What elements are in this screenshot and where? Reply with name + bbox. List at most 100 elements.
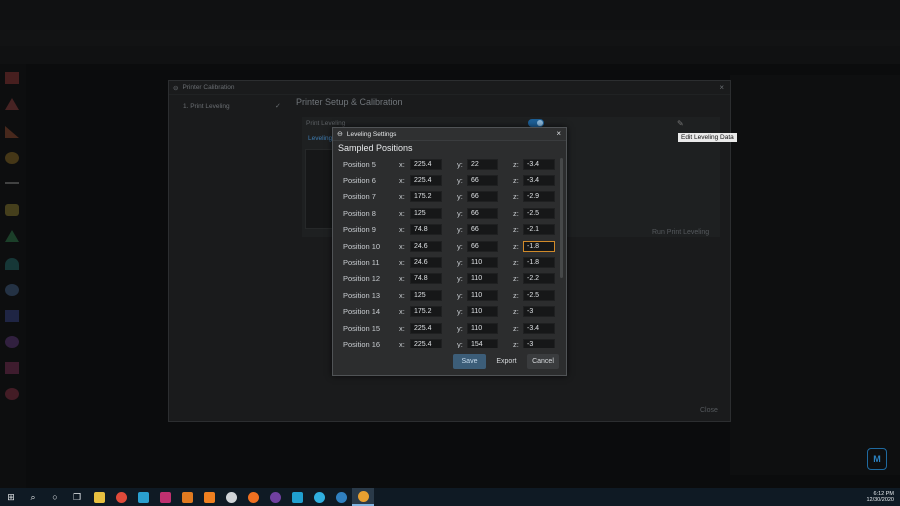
y-coordinate-field[interactable] xyxy=(467,322,498,334)
leveling-close-icon[interactable]: × xyxy=(556,129,561,138)
settings-icon: ⊖ xyxy=(337,131,343,138)
edit-pencil-icon[interactable]: ✎ xyxy=(677,119,684,128)
y-coordinate-field[interactable] xyxy=(467,257,498,269)
z-axis-label: z: xyxy=(513,176,519,186)
c-app-icon[interactable] xyxy=(330,488,352,506)
position-label: Position 12 xyxy=(343,274,381,284)
leveling-dialog-title: Leveling Settings xyxy=(346,130,397,138)
export-button[interactable]: Export xyxy=(491,354,522,369)
file-explorer-icon[interactable] xyxy=(88,488,110,506)
z-offset-field[interactable] xyxy=(523,306,555,318)
save-button[interactable]: Save xyxy=(453,354,486,369)
position-row: Position 5 x: y: z: xyxy=(336,156,560,172)
y-coordinate-field[interactable] xyxy=(467,273,498,285)
system-tray-clock[interactable]: 6:12 PM 12/30/2020 xyxy=(866,488,894,506)
hemisphere-tool-icon xyxy=(5,258,19,270)
cortana-icon[interactable]: ○ xyxy=(44,488,66,506)
pyramid-tool-icon xyxy=(5,230,19,242)
x-coordinate-field[interactable] xyxy=(410,338,442,348)
position-row: Position 9 x: y: z: xyxy=(336,222,560,238)
z-offset-field[interactable] xyxy=(523,289,555,301)
x-axis-label: x: xyxy=(399,274,405,284)
z-offset-field[interactable] xyxy=(523,175,555,187)
printer-app-icon[interactable] xyxy=(220,488,242,506)
z-offset-field[interactable] xyxy=(523,322,555,334)
y-coordinate-field[interactable] xyxy=(467,240,498,252)
z-offset-field[interactable] xyxy=(523,224,555,236)
slack-icon[interactable] xyxy=(154,488,176,506)
x-coordinate-field[interactable] xyxy=(410,273,442,285)
y-axis-label: y: xyxy=(457,241,463,251)
z-axis-label: z: xyxy=(513,323,519,333)
z-axis-label: z: xyxy=(513,307,519,317)
x-coordinate-field[interactable] xyxy=(410,158,442,170)
calibration-close-icon[interactable]: × xyxy=(719,83,724,92)
x-coordinate-field[interactable] xyxy=(410,306,442,318)
windows-taskbar: ⊞ ⌕ ○ ❒ 6:12 PM 12/30/2020 xyxy=(0,488,900,506)
n-app-icon[interactable] xyxy=(176,488,198,506)
chrome-icon[interactable] xyxy=(110,488,132,506)
cube-tool-icon xyxy=(5,72,19,84)
y-coordinate-field[interactable] xyxy=(467,207,498,219)
x-coordinate-field[interactable] xyxy=(410,175,442,187)
task-view-icon[interactable]: ❒ xyxy=(66,488,88,506)
x-coordinate-field[interactable] xyxy=(410,322,442,334)
position-label: Position 6 xyxy=(343,176,376,186)
leveling-enabled-toggle[interactable] xyxy=(528,119,544,127)
app-titlebar xyxy=(0,0,900,30)
x-coordinate-field[interactable] xyxy=(410,207,442,219)
y-coordinate-field[interactable] xyxy=(467,175,498,187)
mattercontrol-taskbar-icon[interactable] xyxy=(352,488,374,506)
position-row: Position 10 x: y: z: xyxy=(336,238,560,254)
position-label: Position 8 xyxy=(343,208,376,218)
shapeways-icon[interactable] xyxy=(308,488,330,506)
positions-scrollbar[interactable] xyxy=(560,158,563,278)
position-label: Position 14 xyxy=(343,307,381,317)
calibration-step-label[interactable]: 1. Print Leveling xyxy=(183,103,230,110)
z-axis-label: z: xyxy=(513,208,519,218)
text-tool-icon xyxy=(5,336,19,348)
tor-icon[interactable] xyxy=(264,488,286,506)
z-offset-field[interactable] xyxy=(523,191,555,203)
fusion-icon[interactable] xyxy=(198,488,220,506)
z-offset-field[interactable] xyxy=(523,158,555,170)
search-icon[interactable]: ⌕ xyxy=(22,488,44,506)
z-axis-label: z: xyxy=(513,192,519,202)
z-offset-field[interactable] xyxy=(523,207,555,219)
app-toolbar xyxy=(0,30,900,46)
x-coordinate-field[interactable] xyxy=(410,240,442,252)
z-offset-field[interactable] xyxy=(523,240,555,252)
run-print-leveling-button[interactable]: Run Print Leveling xyxy=(652,229,709,236)
y-coordinate-field[interactable] xyxy=(467,191,498,203)
x-coordinate-field[interactable] xyxy=(410,224,442,236)
y-axis-label: y: xyxy=(457,339,463,348)
position-row: Position 15 x: y: z: xyxy=(336,320,560,336)
position-row: Position 16 x: y: z: xyxy=(336,336,560,348)
x-axis-label: x: xyxy=(399,176,405,186)
y-coordinate-field[interactable] xyxy=(467,224,498,236)
firefox-icon[interactable] xyxy=(242,488,264,506)
x-coordinate-field[interactable] xyxy=(410,257,442,269)
x-coordinate-field[interactable] xyxy=(410,289,442,301)
mc-app-icon[interactable] xyxy=(132,488,154,506)
calibration-close-button[interactable]: Close xyxy=(700,407,718,414)
position-row: Position 7 x: y: z: xyxy=(336,189,560,205)
cancel-button[interactable]: Cancel xyxy=(527,354,559,369)
y-coordinate-field[interactable] xyxy=(467,338,498,348)
z-offset-field[interactable] xyxy=(523,338,555,348)
sampled-positions-list[interactable]: Position 5x:y:z:Position 6x:y:z:Position… xyxy=(336,156,560,348)
clock-date: 12/30/2020 xyxy=(866,497,894,503)
windows-start-icon[interactable]: ⊞ xyxy=(0,488,22,506)
cura-icon[interactable] xyxy=(286,488,308,506)
y-coordinate-field[interactable] xyxy=(467,158,498,170)
y-coordinate-field[interactable] xyxy=(467,306,498,318)
z-offset-field[interactable] xyxy=(523,273,555,285)
x-coordinate-field[interactable] xyxy=(410,191,442,203)
z-offset-field[interactable] xyxy=(523,257,555,269)
heart-tool-icon xyxy=(5,388,19,400)
z-axis-label: z: xyxy=(513,225,519,235)
leveling-settings-dialog: ⊖ Leveling Settings × Sampled Positions … xyxy=(332,127,567,376)
leveling-titlebar: ⊖ Leveling Settings xyxy=(333,128,566,141)
y-coordinate-field[interactable] xyxy=(467,289,498,301)
leveling-tab[interactable]: Leveling xyxy=(308,135,332,142)
